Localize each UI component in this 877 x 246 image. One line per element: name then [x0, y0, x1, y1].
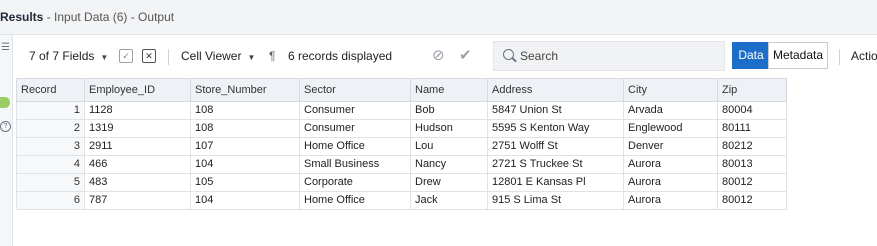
metadata-view-button[interactable]: Metadata — [768, 42, 828, 69]
cell-address[interactable]: 5595 S Kenton Way — [487, 119, 624, 138]
results-title-bar: Results - Input Data (6) - Output — [0, 0, 877, 35]
cell-employee-id[interactable]: 1319 — [84, 119, 191, 138]
cell-name[interactable]: Nancy — [410, 155, 488, 174]
cell-address[interactable]: 5847 Union St — [487, 101, 624, 120]
search-input[interactable] — [518, 46, 718, 66]
cell-record[interactable]: 1 — [16, 101, 85, 120]
cell-store-number[interactable]: 108 — [190, 119, 300, 138]
left-rail: ☰ ? — [0, 35, 13, 246]
cell-employee-id[interactable]: 466 — [84, 155, 191, 174]
cell-name[interactable]: Jack — [410, 191, 488, 210]
apply-check-icon[interactable]: ✔ — [459, 35, 472, 77]
column-header-city[interactable]: City — [623, 78, 718, 102]
cell-address[interactable]: 2721 S Truckee St — [487, 155, 624, 174]
column-header-name[interactable]: Name — [410, 78, 488, 102]
help-icon[interactable]: ? — [0, 121, 11, 132]
cell-zip[interactable]: 80212 — [717, 137, 787, 156]
pilcrow-icon[interactable]: ¶ — [269, 35, 275, 77]
column-header-employee-id[interactable]: Employee_ID — [84, 78, 191, 102]
results-subtitle: - Input Data (6) - Output — [43, 10, 175, 24]
fields-selector-label: 7 of 7 Fields — [29, 49, 95, 63]
cell-employee-id[interactable]: 787 — [84, 191, 191, 210]
cell-name[interactable]: Hudson — [410, 119, 488, 138]
cell-zip[interactable]: 80012 — [717, 191, 787, 210]
cell-sector[interactable]: Home Office — [299, 191, 411, 210]
cell-viewer-dropdown[interactable]: Cell Viewer ▼ — [181, 35, 255, 77]
cell-record[interactable]: 4 — [16, 155, 85, 174]
cell-store-number[interactable]: 108 — [190, 101, 300, 120]
cancel-circle-icon[interactable]: ⊘ — [432, 35, 445, 77]
cell-zip[interactable]: 80004 — [717, 101, 787, 120]
records-count: 6 records displayed — [288, 49, 393, 63]
data-view-button[interactable]: Data — [732, 42, 770, 69]
column-header-address[interactable]: Address — [487, 78, 624, 102]
chevron-down-icon: ▼ — [100, 53, 109, 62]
cell-address[interactable]: 2751 Wolff St — [487, 137, 624, 156]
table-header-row: Record Employee_ID Store_Number Sector N… — [16, 78, 787, 102]
search-box[interactable] — [493, 41, 725, 71]
results-title: Results — [0, 10, 44, 24]
table-row[interactable]: 4 466 104 Small Business Nancy 2721 S Tr… — [16, 155, 787, 174]
cell-store-number[interactable]: 104 — [190, 155, 300, 174]
cell-record[interactable]: 2 — [16, 119, 85, 138]
column-header-sector[interactable]: Sector — [299, 78, 411, 102]
cell-zip[interactable]: 80013 — [717, 155, 787, 174]
cell-store-number[interactable]: 104 — [190, 191, 300, 210]
cell-city[interactable]: Aurora — [623, 173, 718, 192]
cell-sector[interactable]: Consumer — [299, 119, 411, 138]
cell-store-number[interactable]: 105 — [190, 173, 300, 192]
actions-menu[interactable]: Actio — [851, 35, 877, 77]
select-all-checkbox-icon[interactable]: ✓ — [119, 49, 133, 63]
cell-store-number[interactable]: 107 — [190, 137, 300, 156]
cell-name[interactable]: Bob — [410, 101, 488, 120]
output-anchor-icon[interactable] — [0, 97, 10, 108]
cell-record[interactable]: 3 — [16, 137, 85, 156]
divider — [168, 49, 169, 65]
table-row[interactable]: 3 2911 107 Home Office Lou 2751 Wolff St… — [16, 137, 787, 156]
cell-employee-id[interactable]: 483 — [84, 173, 191, 192]
cell-name[interactable]: Lou — [410, 137, 488, 156]
table-row[interactable]: 6 787 104 Home Office Jack 915 S Lima St… — [16, 191, 787, 210]
table-row[interactable]: 2 1319 108 Consumer Hudson 5595 S Kenton… — [16, 119, 787, 138]
chevron-down-icon: ▼ — [247, 53, 256, 62]
table-row[interactable]: 5 483 105 Corporate Drew 12801 E Kansas … — [16, 173, 787, 192]
cell-record[interactable]: 5 — [16, 173, 85, 192]
results-table: Record Employee_ID Store_Number Sector N… — [16, 78, 787, 210]
cell-zip[interactable]: 80012 — [717, 173, 787, 192]
column-header-record[interactable]: Record — [16, 78, 85, 102]
column-header-zip[interactable]: Zip — [717, 78, 787, 102]
cell-employee-id[interactable]: 2911 — [84, 137, 191, 156]
cell-zip[interactable]: 80111 — [717, 119, 787, 138]
fields-selector[interactable]: 7 of 7 Fields ▼ — [29, 35, 108, 77]
cell-sector[interactable]: Small Business — [299, 155, 411, 174]
cell-employee-id[interactable]: 1128 — [84, 101, 191, 120]
column-header-store-number[interactable]: Store_Number — [190, 78, 300, 102]
cell-city[interactable]: Englewood — [623, 119, 718, 138]
cell-name[interactable]: Drew — [410, 173, 488, 192]
cell-address[interactable]: 12801 E Kansas Pl — [487, 173, 624, 192]
cell-sector[interactable]: Corporate — [299, 173, 411, 192]
results-toolbar: 7 of 7 Fields ▼ ✓ ✕ Cell Viewer ▼ ¶ 6 reco… — [13, 35, 877, 77]
cell-sector[interactable]: Home Office — [299, 137, 411, 156]
divider — [839, 49, 840, 65]
search-icon — [503, 49, 514, 60]
cell-sector[interactable]: Consumer — [299, 101, 411, 120]
table-row[interactable]: 1 1128 108 Consumer Bob 5847 Union St Ar… — [16, 101, 787, 120]
cell-city[interactable]: Denver — [623, 137, 718, 156]
cell-viewer-label: Cell Viewer — [181, 49, 242, 63]
cell-city[interactable]: Aurora — [623, 155, 718, 174]
cell-city[interactable]: Aurora — [623, 191, 718, 210]
menu-icon[interactable]: ☰ — [0, 42, 11, 53]
cell-address[interactable]: 915 S Lima St — [487, 191, 624, 210]
cell-record[interactable]: 6 — [16, 191, 85, 210]
cell-city[interactable]: Arvada — [623, 101, 718, 120]
deselect-icon[interactable]: ✕ — [142, 49, 156, 63]
